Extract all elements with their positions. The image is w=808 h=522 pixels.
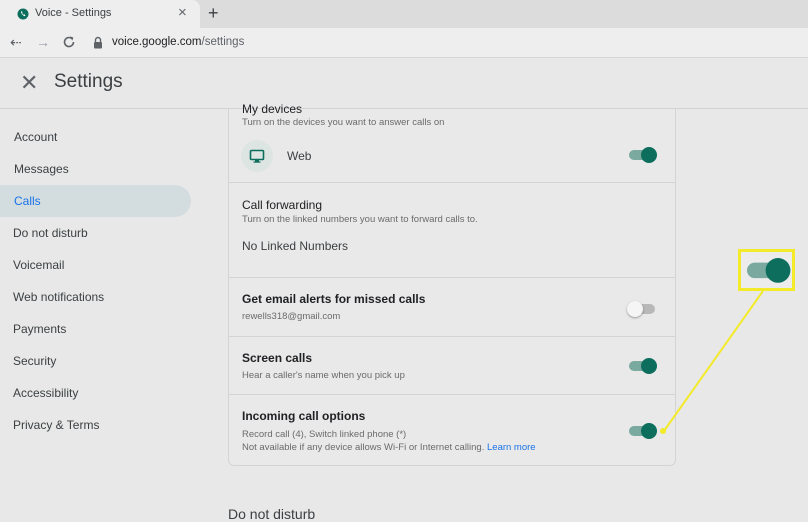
toggle-knob — [765, 258, 791, 283]
callout-connector-line — [660, 290, 764, 434]
toggle-callout-box — [738, 249, 795, 291]
callout-toggle-magnified — [747, 258, 791, 283]
